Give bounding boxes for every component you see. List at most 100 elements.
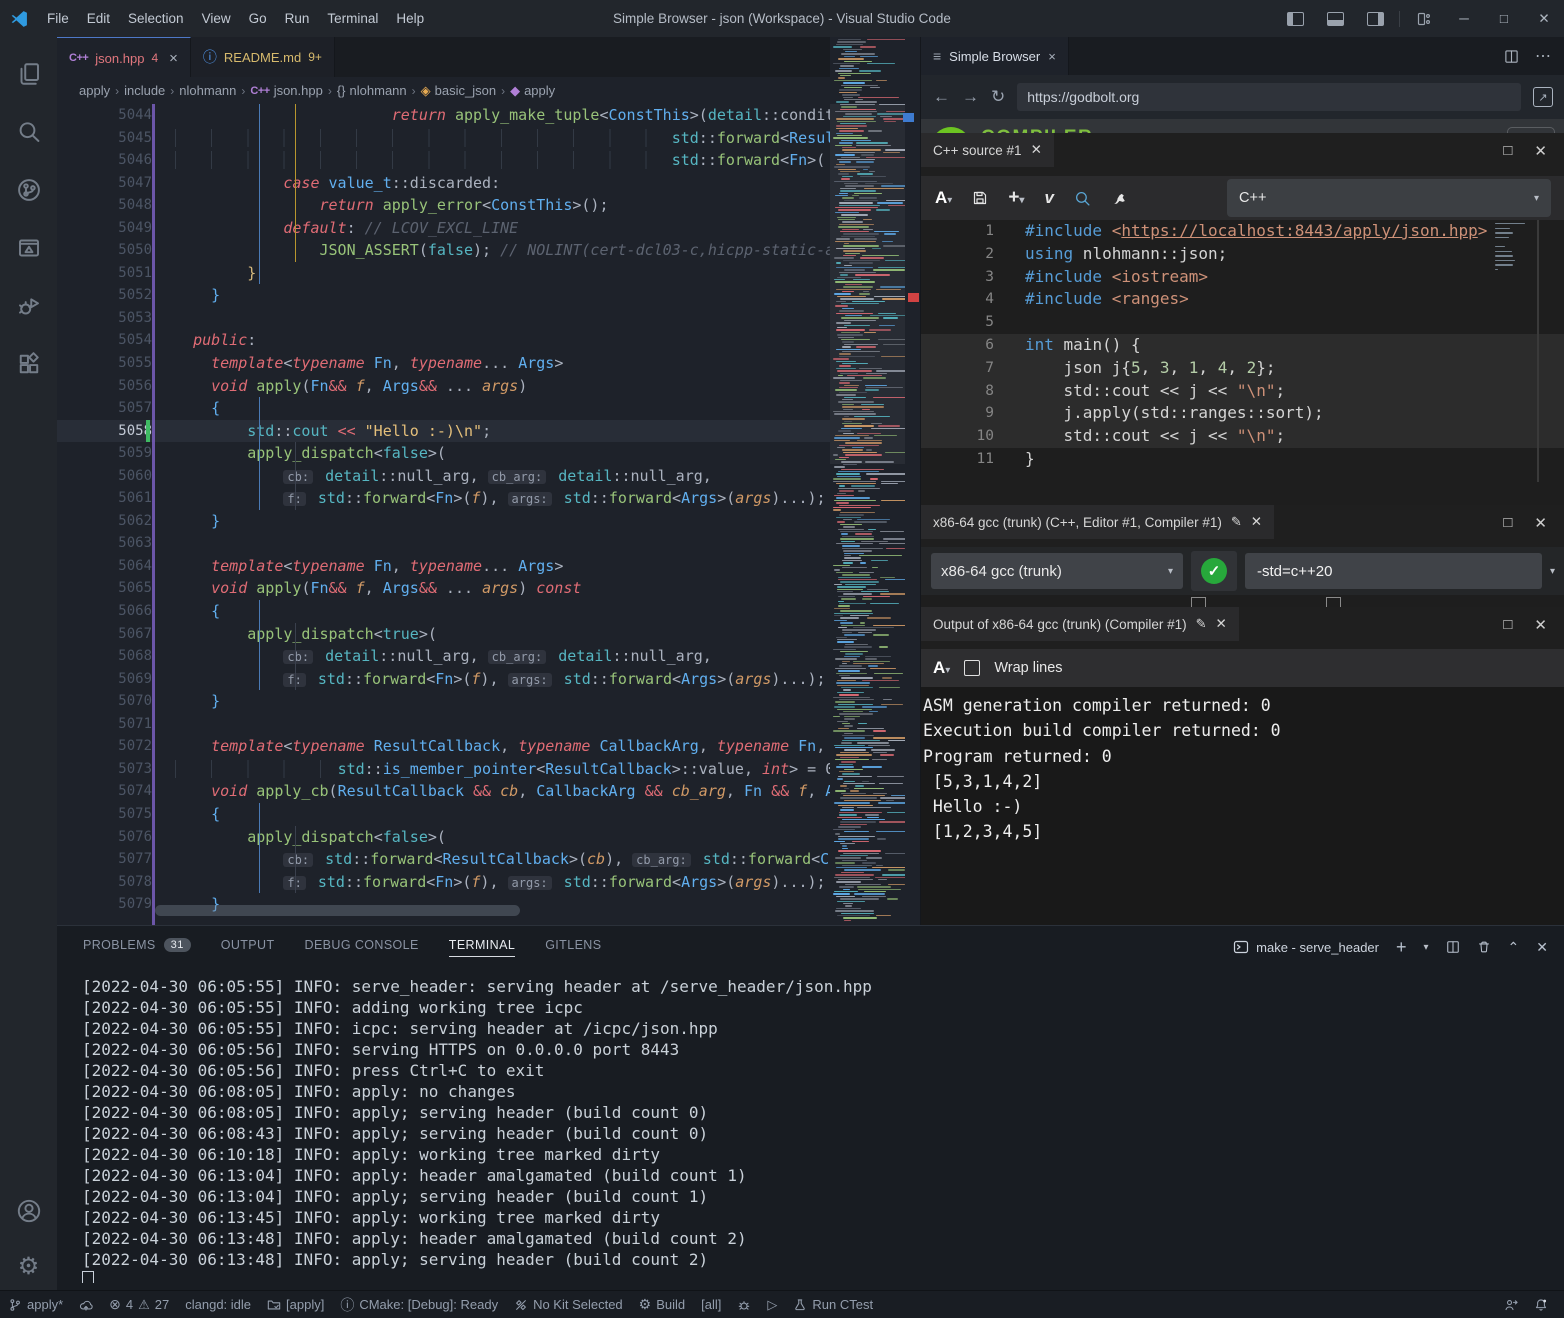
- code-line[interactable]: 5049 default: // LCOV_EXCL_LINE: [57, 217, 920, 240]
- code-editor[interactable]: 5044 return apply_make_tuple<ConstThis>(…: [57, 104, 920, 925]
- breadcrumb-item-apply[interactable]: ◆apply: [510, 83, 555, 99]
- breadcrumb-item-basic_json[interactable]: ◈basic_json: [421, 83, 496, 99]
- breadcrumb-item-nlohmann[interactable]: {}nlohmann: [337, 83, 407, 98]
- rename-pane-icon[interactable]: ✎: [1196, 616, 1207, 632]
- new-terminal-icon[interactable]: +: [1396, 937, 1407, 958]
- minimap[interactable]: [830, 37, 905, 925]
- branch-status[interactable]: apply*: [0, 1291, 71, 1318]
- editor-vertical-scrollbar[interactable]: [905, 37, 920, 925]
- debug-button[interactable]: [729, 1291, 759, 1318]
- code-line[interactable]: 1#include <https://localhost:8443/apply/…: [921, 220, 1564, 243]
- more-actions-icon[interactable]: ⋯: [1535, 46, 1551, 66]
- code-line[interactable]: 5076 apply_dispatch<false>(: [57, 826, 920, 849]
- panel-tab-gitlens[interactable]: GITLENS: [545, 938, 601, 956]
- options-dropdown-icon[interactable]: ▾: [1550, 566, 1555, 577]
- feedback-button[interactable]: [1496, 1291, 1526, 1318]
- menu-go[interactable]: Go: [240, 0, 276, 37]
- code-line[interactable]: 5075 {: [57, 803, 920, 826]
- terminal-dropdown-icon[interactable]: ▾: [1424, 942, 1429, 953]
- remote-window-icon[interactable]: [0, 224, 57, 272]
- breadcrumb-item-nlohmann[interactable]: nlohmann: [179, 83, 236, 98]
- compiler-select[interactable]: x86-64 gcc (trunk)▾: [931, 553, 1183, 589]
- code-line[interactable]: 5057 {: [57, 397, 920, 420]
- code-line[interactable]: 4#include <ranges>: [921, 288, 1564, 311]
- minimap-slider[interactable]: [830, 104, 905, 464]
- code-line[interactable]: 11}: [921, 448, 1564, 471]
- close-pane-icon[interactable]: ✕: [1216, 616, 1227, 632]
- extensions-icon[interactable]: [0, 340, 57, 388]
- code-line[interactable]: 8 std::cout << j << "\n";: [921, 380, 1564, 403]
- menu-file[interactable]: File: [38, 0, 78, 37]
- close-pane-icon[interactable]: ✕: [1534, 514, 1547, 532]
- code-line[interactable]: 5071: [57, 713, 920, 736]
- code-line[interactable]: 5074 void apply_cb(ResultCallback && cb,…: [57, 780, 920, 803]
- code-line[interactable]: 5073 std::is_member_pointer<ResultCallba…: [57, 758, 920, 781]
- close-pane-icon[interactable]: ✕: [1251, 514, 1262, 530]
- code-line[interactable]: 5051 }: [57, 262, 920, 285]
- code-line[interactable]: 5064 template<typename Fn, typename... A…: [57, 555, 920, 578]
- build-target[interactable]: [all]: [693, 1291, 729, 1318]
- code-line[interactable]: 5044 return apply_make_tuple<ConstThis>(…: [57, 104, 920, 127]
- breadcrumb-item-json.hpp[interactable]: C++json.hpp: [250, 83, 322, 98]
- menu-view[interactable]: View: [193, 0, 240, 37]
- code-line[interactable]: 5055 template<typename Fn, typename... A…: [57, 352, 920, 375]
- code-line[interactable]: 5046 std::forward<Fn>(: [57, 149, 920, 172]
- toggle-secondary-sidebar-icon[interactable]: [1355, 0, 1395, 37]
- output-pane-tab[interactable]: Output of x86-64 gcc (trunk) (Compiler #…: [921, 607, 1239, 641]
- code-line[interactable]: 5061 f: std::forward<Fn>(f), args: std::…: [57, 487, 920, 510]
- code-line[interactable]: 5050 JSON_ASSERT(false); // NOLINT(cert-…: [57, 239, 920, 262]
- code-line[interactable]: 2using nlohmann::json;: [921, 243, 1564, 266]
- code-line[interactable]: 5067 apply_dispatch<true>(: [57, 623, 920, 646]
- code-line[interactable]: 5052 }: [57, 284, 920, 307]
- code-line[interactable]: 7 json j{5, 3, 1, 4, 2};: [921, 357, 1564, 380]
- forward-icon[interactable]: →: [962, 87, 979, 107]
- maximize-button[interactable]: □: [1484, 0, 1524, 37]
- code-line[interactable]: 5062 }: [57, 510, 920, 533]
- code-line[interactable]: 9 j.apply(std::ranges::sort);: [921, 402, 1564, 425]
- maximize-panel-icon[interactable]: ⌃: [1508, 939, 1520, 956]
- explorer-icon[interactable]: [0, 50, 57, 98]
- search-icon[interactable]: [0, 108, 57, 156]
- code-line[interactable]: 5054 public:: [57, 329, 920, 352]
- launch-button[interactable]: ▷: [759, 1291, 785, 1318]
- close-pane-icon[interactable]: ✕: [1534, 142, 1547, 160]
- url-input[interactable]: https://godbolt.org: [1017, 83, 1521, 111]
- maximize-pane-icon[interactable]: □: [1503, 616, 1512, 634]
- code-line[interactable]: 5047 case value_t::discarded:: [57, 172, 920, 195]
- settings-gear-icon[interactable]: ⚙: [0, 1242, 57, 1290]
- terminal-content[interactable]: [2022-04-30 06:05:55] INFO: serve_header…: [82, 976, 1554, 1283]
- clangd-status[interactable]: clangd: idle: [177, 1291, 259, 1318]
- menu-terminal[interactable]: Terminal: [318, 0, 387, 37]
- code-line[interactable]: 5070 }: [57, 690, 920, 713]
- code-line[interactable]: 3#include <iostream>: [921, 266, 1564, 289]
- code-line[interactable]: 6int main() {: [921, 334, 1564, 357]
- maximize-pane-icon[interactable]: □: [1503, 142, 1512, 160]
- source-control-icon[interactable]: [0, 166, 57, 214]
- problems-status[interactable]: ⊗4⚠27: [101, 1291, 177, 1318]
- close-panel-icon[interactable]: ✕: [1536, 939, 1548, 956]
- code-line[interactable]: 5058 std::cout << "Hello :-)\n";: [57, 420, 920, 443]
- toggle-sidebar-icon[interactable]: [1275, 0, 1315, 37]
- code-line[interactable]: 5048 return apply_error<ConstThis>();: [57, 194, 920, 217]
- code-line[interactable]: 5078 f: std::forward<Fn>(f), args: std::…: [57, 871, 920, 894]
- language-select[interactable]: C++▾: [1227, 179, 1551, 217]
- kill-terminal-icon[interactable]: [1477, 940, 1491, 954]
- wrap-lines-checkbox[interactable]: [964, 660, 980, 676]
- editor-horizontal-scrollbar[interactable]: [155, 905, 520, 916]
- close-tab-icon[interactable]: ×: [1048, 49, 1056, 64]
- close-pane-icon[interactable]: ✕: [1031, 142, 1042, 158]
- code-line[interactable]: 5045 std::forward<ResultType>(: [57, 127, 920, 150]
- code-line[interactable]: 5068 cb: detail::null_arg, cb_arg: detai…: [57, 645, 920, 668]
- source-scrollbar[interactable]: [1537, 220, 1539, 482]
- code-line[interactable]: 5066 {: [57, 600, 920, 623]
- toggle-panel-icon[interactable]: [1315, 0, 1355, 37]
- source-code-editor[interactable]: 1#include <https://localhost:8443/apply/…: [921, 220, 1564, 482]
- mascot-icon[interactable]: [1111, 190, 1128, 207]
- menu-help[interactable]: Help: [387, 0, 433, 37]
- minimize-button[interactable]: ─: [1444, 0, 1484, 37]
- tab-json-hpp[interactable]: C++ json.hpp 4 ×: [57, 37, 191, 78]
- code-line[interactable]: 5063: [57, 532, 920, 555]
- panel-tab-problems[interactable]: PROBLEMS31: [83, 938, 191, 956]
- reload-icon[interactable]: ↻: [991, 87, 1005, 107]
- save-icon[interactable]: [972, 190, 988, 206]
